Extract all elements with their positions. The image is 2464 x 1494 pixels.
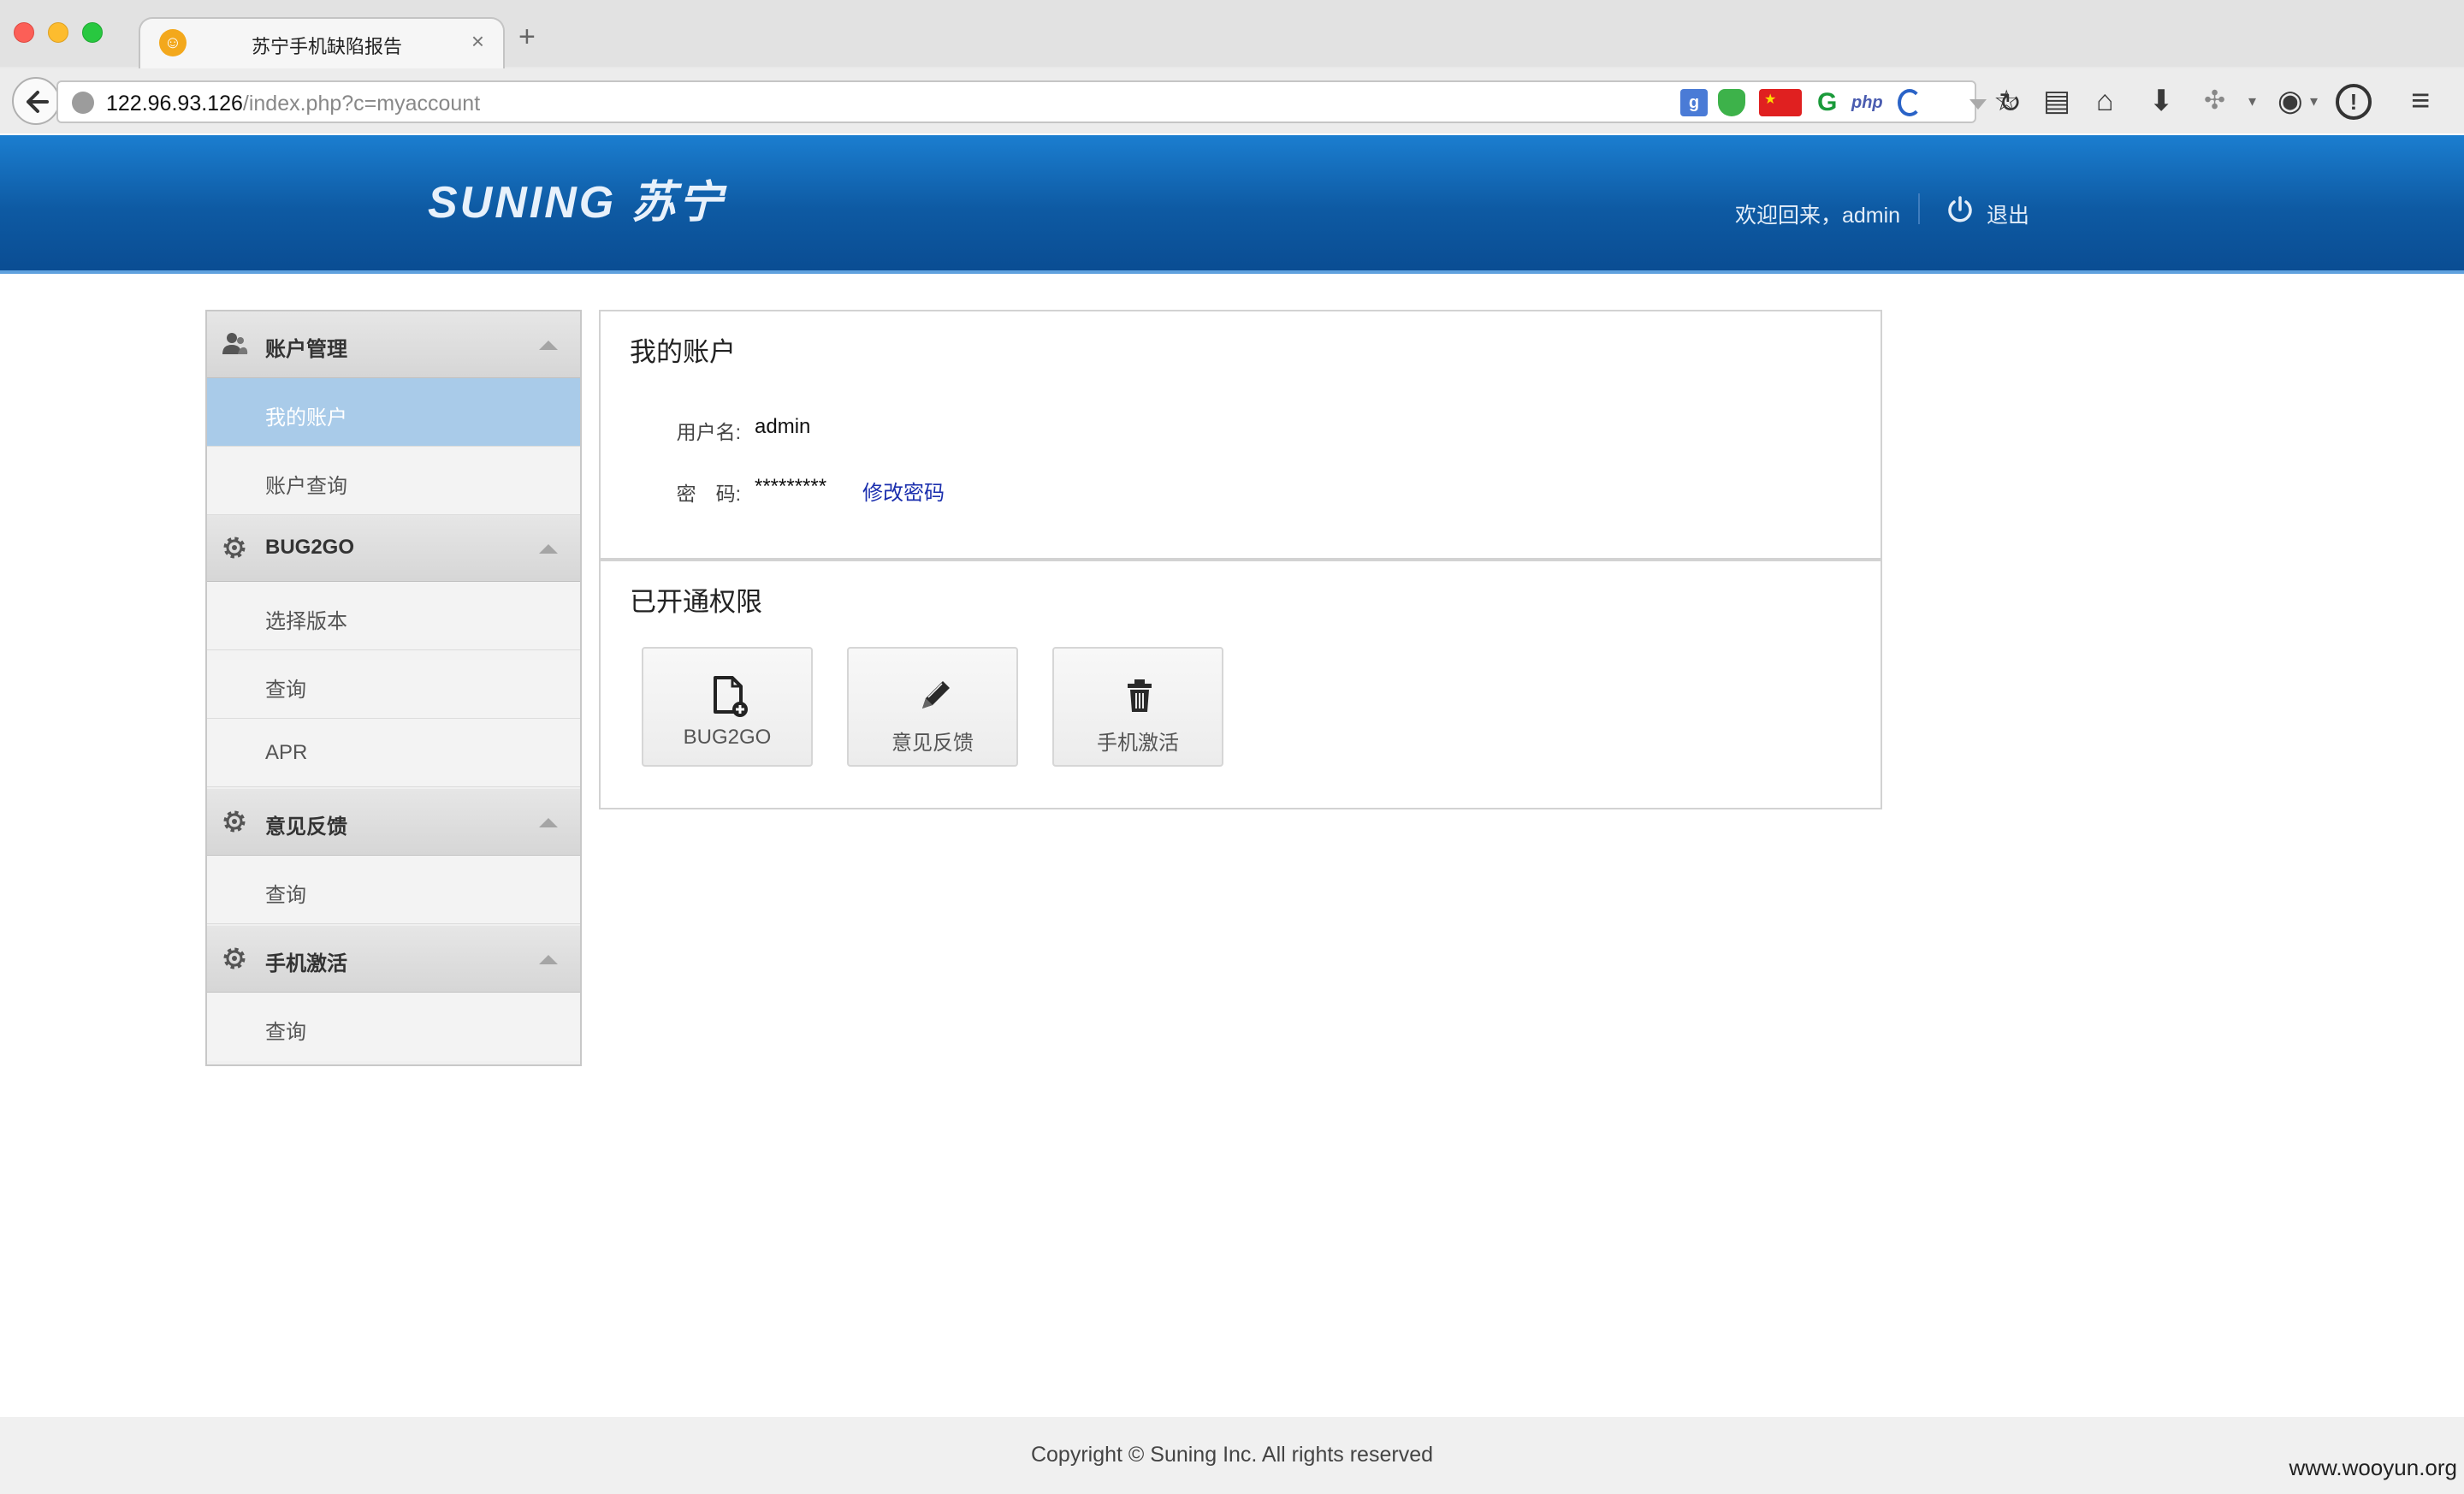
file-add-icon bbox=[714, 676, 748, 717]
grammar-extension-icon[interactable]: G bbox=[1817, 89, 1845, 116]
collapse-caret-icon[interactable] bbox=[539, 818, 558, 827]
sidebar-section-feedback[interactable]: 意见反馈 bbox=[207, 789, 580, 856]
sidebar-item-apr[interactable]: APR bbox=[207, 719, 580, 787]
sidebar-item-label: 查询 bbox=[265, 679, 306, 702]
collapse-caret-icon[interactable] bbox=[539, 341, 558, 350]
site-header: SUNING 苏宁 欢迎回来，admin 退出 bbox=[0, 135, 2464, 274]
permission-card-label: 意见反馈 bbox=[891, 732, 974, 755]
php-extension-icon[interactable]: php bbox=[1851, 89, 1891, 116]
browser-chrome: ☺ 苏宁手机缺陷报告 × + 122.96.93.126/index.php?c… bbox=[0, 0, 2464, 133]
pencil-icon bbox=[922, 681, 950, 708]
hamburger-menu-icon[interactable]: ≡ bbox=[2411, 82, 2430, 120]
collapse-caret-icon[interactable] bbox=[539, 544, 558, 554]
tab-close-icon[interactable]: × bbox=[471, 29, 484, 53]
google-translate-icon[interactable]: g bbox=[1680, 89, 1708, 116]
chevron-down-icon[interactable]: ▾ bbox=[2310, 82, 2318, 120]
permission-card-activation[interactable]: 手机激活 bbox=[1052, 647, 1223, 767]
gear-icon bbox=[223, 810, 246, 833]
my-account-panel: 我的账户 用户名: admin 密 码: ********* 修改密码 bbox=[599, 310, 1882, 560]
sidebar-section-title: 手机激活 bbox=[265, 952, 347, 975]
bookmark-star-icon[interactable]: ☆ bbox=[1993, 82, 2019, 120]
home-icon[interactable]: ⌂ bbox=[2096, 82, 2114, 120]
chevron-down-icon[interactable]: ▾ bbox=[2248, 82, 2256, 120]
sidebar-item-label: 查询 bbox=[265, 1021, 306, 1044]
sidebar-section-title: 意见反馈 bbox=[265, 815, 347, 839]
url-path: /index.php?c=myaccount bbox=[242, 92, 481, 116]
sidebar-item-select-version[interactable]: 选择版本 bbox=[207, 582, 580, 650]
extension-icon[interactable]: ✣ bbox=[2204, 82, 2225, 120]
url-host: 122.96.93.126 bbox=[106, 92, 243, 116]
zoom-window-button[interactable] bbox=[82, 22, 103, 43]
welcome-text: 欢迎回来，admin bbox=[1735, 204, 1901, 228]
globe-icon bbox=[72, 92, 94, 114]
minimize-window-button[interactable] bbox=[48, 22, 68, 43]
globe-icon[interactable]: ◉ bbox=[2277, 82, 2303, 120]
arrow-left-icon bbox=[27, 91, 49, 113]
panel-title: 已开通权限 bbox=[630, 587, 762, 617]
sidebar-section-bug2go[interactable]: BUG2GO bbox=[207, 515, 580, 582]
reading-list-icon[interactable]: ▤ bbox=[2043, 82, 2070, 120]
sidebar-item-label: 账户查询 bbox=[265, 475, 347, 498]
sidebar-section-title: 账户管理 bbox=[265, 338, 347, 361]
sidebar-section-title: BUG2GO bbox=[265, 536, 355, 559]
panel-title: 我的账户 bbox=[630, 337, 736, 367]
sidebar-item-label: 查询 bbox=[265, 884, 306, 907]
sidebar: 账户管理 我的账户 账户查询 BUG2GO 选择版本 查询 APR 意见反馈 查… bbox=[205, 310, 582, 1066]
sidebar-item-label: 我的账户 bbox=[265, 406, 347, 430]
password-value: ********* bbox=[755, 475, 827, 498]
username-label: 用户名: bbox=[676, 421, 741, 443]
sidebar-item-my-account[interactable]: 我的账户 bbox=[207, 378, 580, 447]
new-tab-button[interactable]: + bbox=[518, 22, 536, 51]
suning-logo[interactable]: SUNING 苏宁 bbox=[428, 166, 726, 230]
back-button[interactable] bbox=[12, 77, 60, 125]
browser-tab[interactable]: ☺ 苏宁手机缺陷报告 × bbox=[139, 17, 505, 68]
moon-extension-icon[interactable] bbox=[1898, 89, 1922, 116]
username-value: admin bbox=[755, 415, 811, 438]
site-footer: Copyright © Suning Inc. All rights reser… bbox=[0, 1417, 2464, 1494]
watermark-text: www.wooyun.org bbox=[2289, 1455, 2457, 1480]
navigation-toolbar: 122.96.93.126/index.php?c=myaccount g ★ … bbox=[0, 68, 2464, 133]
sidebar-item-bug2go-query[interactable]: 查询 bbox=[207, 650, 580, 719]
sidebar-section-activation[interactable]: 手机激活 bbox=[207, 926, 580, 993]
change-password-link[interactable]: 修改密码 bbox=[862, 476, 945, 506]
address-bar[interactable]: 122.96.93.126/index.php?c=myaccount g ★ … bbox=[56, 80, 2022, 123]
sidebar-item-feedback-query[interactable]: 查询 bbox=[207, 856, 580, 924]
tab-bar: ☺ 苏宁手机缺陷报告 × + bbox=[0, 0, 2464, 68]
power-icon[interactable] bbox=[1946, 195, 1975, 224]
collapse-caret-icon[interactable] bbox=[539, 955, 558, 964]
sidebar-item-label: APR bbox=[265, 741, 308, 764]
sidebar-item-account-query[interactable]: 账户查询 bbox=[207, 447, 580, 515]
gear-icon bbox=[223, 947, 246, 969]
site-favicon-icon: ☺ bbox=[159, 29, 187, 56]
dropdown-caret-icon[interactable] bbox=[1969, 99, 1987, 110]
info-icon[interactable]: ! bbox=[2336, 84, 2372, 120]
shield-icon[interactable] bbox=[1718, 89, 1745, 116]
permission-card-bug2go[interactable]: BUG2GO bbox=[642, 647, 813, 767]
password-label: 密 码: bbox=[676, 483, 741, 505]
logout-link[interactable]: 退出 bbox=[1987, 199, 2029, 229]
download-icon[interactable]: ⬇ bbox=[2149, 82, 2174, 120]
china-flag-icon[interactable]: ★ bbox=[1759, 89, 1802, 116]
header-divider bbox=[1918, 193, 1920, 224]
url-text[interactable]: 122.96.93.126/index.php?c=myaccount bbox=[106, 92, 480, 116]
close-window-button[interactable] bbox=[14, 22, 34, 43]
permission-card-label: BUG2GO bbox=[683, 726, 772, 749]
tab-title: 苏宁手机缺陷报告 bbox=[252, 36, 403, 57]
user-group-icon bbox=[222, 333, 248, 354]
sidebar-item-label: 选择版本 bbox=[265, 610, 347, 633]
sidebar-section-account[interactable]: 账户管理 bbox=[207, 311, 580, 378]
copyright-text: Copyright © Suning Inc. All rights reser… bbox=[1030, 1443, 1434, 1467]
permission-card-label: 手机激活 bbox=[1097, 732, 1179, 755]
gear-icon bbox=[223, 537, 246, 559]
permissions-panel: 已开通权限 BUG2GO 意见反馈 手机激活 bbox=[599, 560, 1882, 809]
trash-icon bbox=[1128, 679, 1152, 712]
sidebar-item-activation-query[interactable]: 查询 bbox=[207, 993, 580, 1061]
permission-card-feedback[interactable]: 意见反馈 bbox=[847, 647, 1018, 767]
